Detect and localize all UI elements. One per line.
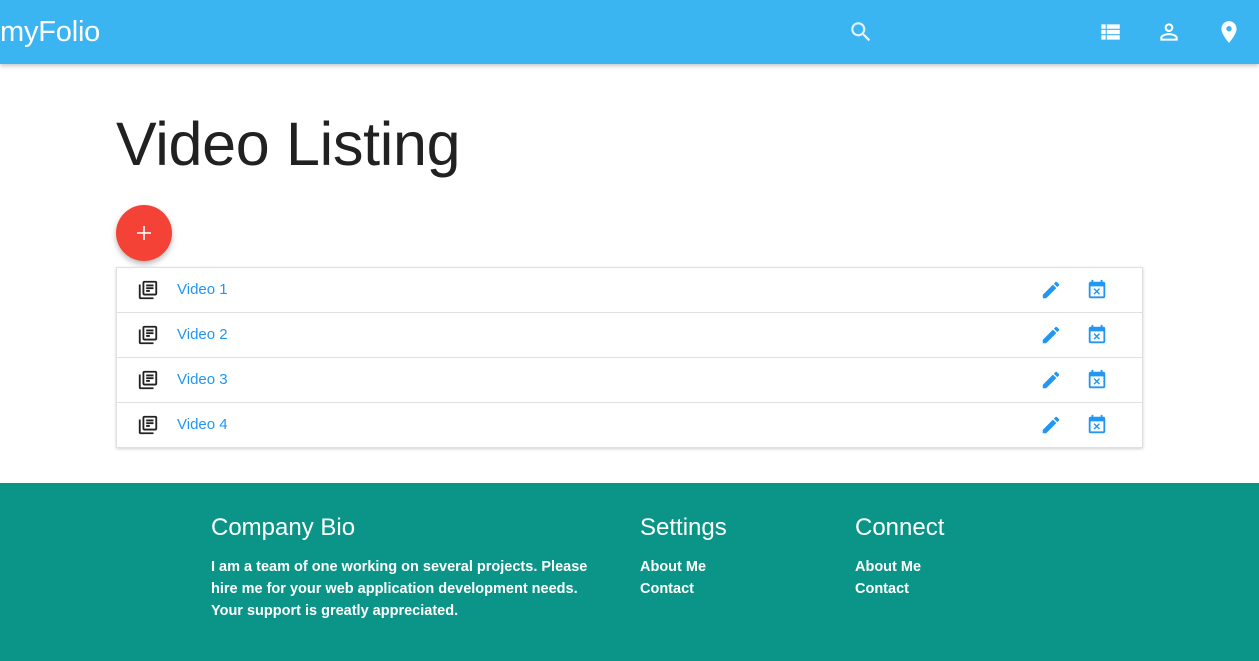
delete-button[interactable] — [1085, 323, 1109, 347]
pencil-icon — [1042, 371, 1060, 389]
list-item: Video 3 — [117, 358, 1142, 403]
library-books-icon — [138, 370, 158, 390]
footer-connect-heading: Connect — [855, 514, 945, 541]
footer-connect-links: About Me Contact — [855, 556, 944, 600]
footer-settings: Settings About Me Contact — [640, 512, 727, 600]
page-title: Video Listing — [116, 110, 461, 178]
list-icon[interactable] — [1094, 16, 1126, 48]
edit-button[interactable] — [1039, 278, 1063, 302]
calendar-remove-icon — [1088, 369, 1106, 389]
list-item: Video 2 — [117, 313, 1142, 358]
pencil-icon — [1042, 326, 1060, 344]
video-link[interactable]: Video 2 — [177, 326, 228, 344]
footer-settings-contact-link[interactable]: Contact — [640, 578, 727, 600]
video-link[interactable]: Video 3 — [177, 371, 228, 389]
footer-connect: Connect About Me Contact — [855, 512, 944, 600]
calendar-remove-icon — [1088, 279, 1106, 299]
delete-button[interactable] — [1085, 413, 1109, 437]
delete-button[interactable] — [1085, 278, 1109, 302]
footer-settings-about-link[interactable]: About Me — [640, 556, 727, 578]
location-pin-icon[interactable] — [1213, 16, 1245, 48]
footer-bio: Company Bio I am a team of one working o… — [211, 512, 611, 622]
footer-bio-text: I am a team of one working on several pr… — [211, 559, 588, 619]
footer-bio-heading: Company Bio — [211, 514, 356, 541]
brand-logo[interactable]: myFolio — [0, 14, 100, 50]
video-link[interactable]: Video 1 — [177, 281, 228, 299]
list-item: Video 4 — [117, 403, 1142, 448]
footer-connect-contact-link[interactable]: Contact — [855, 578, 944, 600]
calendar-remove-icon — [1088, 324, 1106, 344]
edit-button[interactable] — [1039, 368, 1063, 392]
calendar-remove-icon — [1088, 414, 1106, 434]
top-app-bar: myFolio — [0, 0, 1259, 64]
edit-button[interactable] — [1039, 323, 1063, 347]
video-link[interactable]: Video 4 — [177, 416, 228, 434]
list-item: Video 1 — [117, 268, 1142, 313]
library-books-icon — [138, 280, 158, 300]
footer: Company Bio I am a team of one working o… — [0, 483, 1259, 661]
person-icon[interactable] — [1153, 16, 1185, 48]
edit-button[interactable] — [1039, 413, 1063, 437]
pencil-icon — [1042, 416, 1060, 434]
footer-settings-heading: Settings — [640, 514, 727, 541]
library-books-icon — [138, 415, 158, 435]
video-list: Video 1 Video 2 Video 3 Video 4 — [116, 267, 1143, 448]
search-icon[interactable] — [845, 16, 877, 48]
footer-settings-links: About Me Contact — [640, 556, 727, 600]
delete-button[interactable] — [1085, 368, 1109, 392]
pencil-icon — [1042, 281, 1060, 299]
plus-icon — [137, 226, 151, 240]
library-books-icon — [138, 325, 158, 345]
add-video-button[interactable] — [116, 205, 172, 261]
footer-connect-about-link[interactable]: About Me — [855, 556, 944, 578]
